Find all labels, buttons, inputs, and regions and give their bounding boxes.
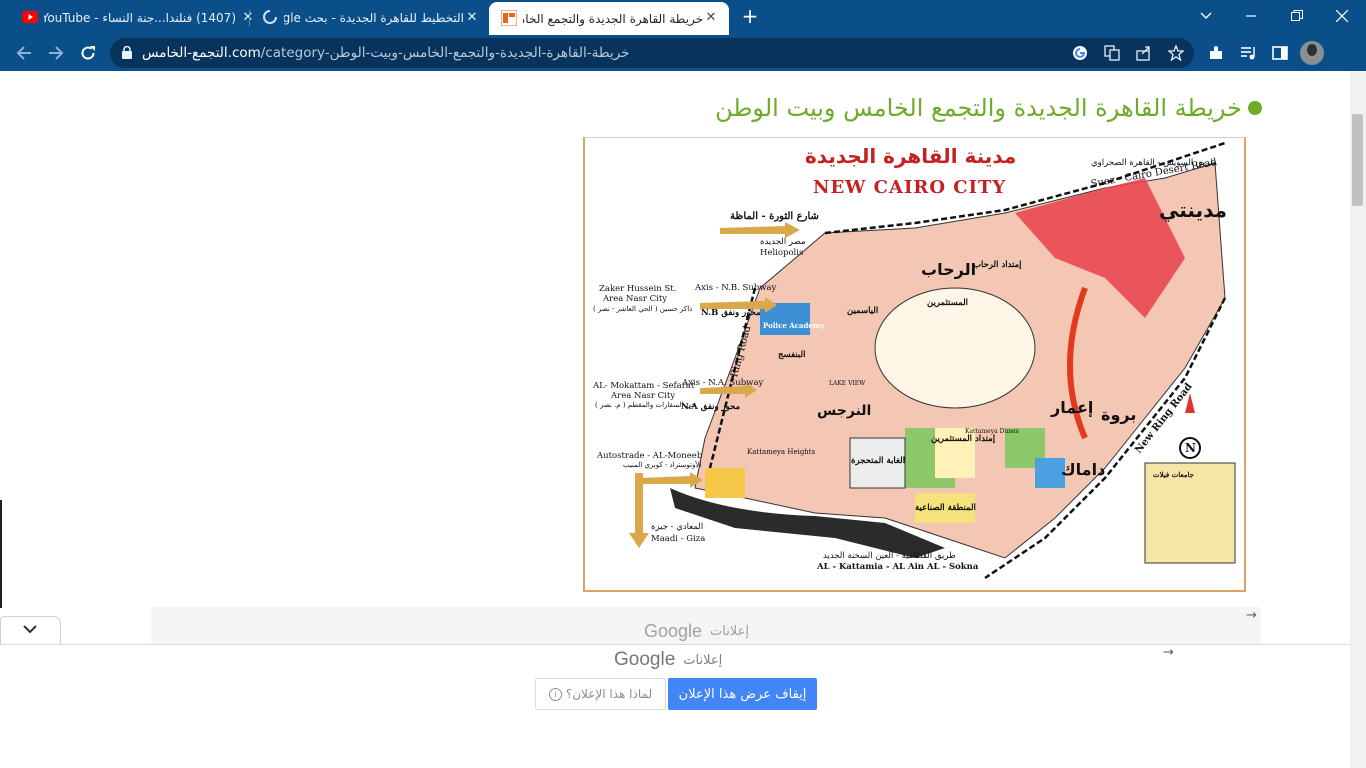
browser-toolbar: التجمع-الخامس.com/category-خريطة-القاهرة…: [0, 35, 1366, 71]
google-wordmark: Google: [644, 620, 703, 641]
map-label-heliopolis-ar: مصر الجديدة: [760, 237, 806, 247]
map-label-katameya-heights: Kattameya Heights: [747, 448, 816, 456]
map-label-nargis: النرجس: [817, 403, 872, 419]
map-label-thawra: شارع الثورة - الماظة: [730, 211, 819, 222]
map-label-rehab: الرحاب: [921, 260, 977, 279]
map-label-mostathmreen-ext: إمتداد المستثمرين: [931, 434, 996, 444]
close-tab-icon[interactable]: ✕: [703, 10, 719, 26]
stop-seeing-ad-button[interactable]: إيقاف عرض هذا الإعلان: [668, 678, 817, 710]
scrollbar-thumb[interactable]: [1352, 114, 1363, 206]
new-cairo-map-image: مدينة القاهرة الجديدة NEW CAIRO CITY طري…: [583, 137, 1246, 592]
map-label-zaker: Zaker Hussein St.: [599, 284, 677, 294]
loading-spinner-icon: [263, 10, 277, 24]
site-favicon-icon: [501, 10, 517, 26]
map-label-maadi-en: Maadi - Giza: [651, 534, 706, 544]
map-label-damac: داماك: [1061, 460, 1106, 479]
url-path: /category-خريطة-القاهرة-الجديدة-والتجمع-…: [260, 45, 630, 61]
ad-arrow-icon[interactable]: →: [1246, 608, 1257, 623]
page-title: خريطة القاهرة الجديدة والتجمع الخامس وبي…: [715, 94, 1242, 122]
tab-strip: (1407) فنلندا...جنة النساء - YouTube ✕ ا…: [0, 0, 1366, 35]
map-label-mokattam-area: Area Nasr City: [611, 391, 676, 401]
profile-avatar-icon[interactable]: [1300, 41, 1324, 65]
map-label-na-ar: محور ونفق N.A: [681, 402, 741, 412]
map-label-lake-view: LAKE VIEW: [829, 380, 866, 387]
anchor-ad-collapse-button[interactable]: [0, 616, 61, 646]
map-label-nasr-city: Area Nasr City: [603, 294, 668, 304]
tab-search-chevron-icon[interactable]: [1192, 4, 1220, 28]
map-label-kattameya-dunes: Kattameya Dunes: [965, 428, 1019, 435]
back-arrow-icon[interactable]: [11, 40, 37, 66]
youtube-icon: [22, 11, 38, 23]
media-control-icon[interactable]: [1236, 41, 1260, 65]
why-this-ad-button[interactable]: لماذا هذا الإعلان؟ i: [535, 678, 666, 710]
ads-label: إعلانات: [710, 623, 749, 639]
tab-active[interactable]: خريطة القاهرة الجديدة والتجمع الخامس ✕: [489, 2, 729, 35]
google-icon[interactable]: [1070, 43, 1090, 63]
map-legend-title: جامعات فيلات: [1153, 470, 1194, 479]
map-label-maadi-ar: المعادي - جيزة: [651, 522, 704, 532]
map-title-english: NEW CAIRO CITY: [813, 177, 1007, 198]
ad-arrow-icon[interactable]: →: [1163, 645, 1174, 660]
url-text[interactable]: التجمع-الخامس.com/category-خريطة-القاهرة…: [142, 38, 630, 68]
map-label-forest: الغابة المتحجرة: [851, 456, 906, 466]
ad-label-bottom: Google إعلانات: [614, 648, 722, 672]
map-label-barwa: بروة: [1101, 405, 1137, 424]
translate-icon[interactable]: [1102, 43, 1122, 63]
info-icon: i: [548, 687, 562, 701]
map-label-nb-ar: محور ونفق N.B: [701, 308, 761, 318]
map-title-arabic: مدينة القاهرة الجديدة: [805, 144, 1017, 168]
map-label-mokattam: AL- Mokattam - Sefarat: [593, 381, 695, 391]
side-panel-icon[interactable]: [1268, 41, 1292, 65]
tab-separator: [249, 10, 250, 26]
tab-title: التخطيط للقاهرة الجديدة - بحث Google: [284, 10, 464, 25]
reload-icon[interactable]: [75, 40, 101, 66]
tab-title: (1407) فنلندا...جنة النساء - YouTube: [44, 10, 236, 25]
extensions-icon[interactable]: [1204, 41, 1228, 65]
map-label-kattamia-ar: طريق القطامية - العين السخنة الجديد: [823, 551, 956, 561]
map-label-mostathmreen: المستثمرين: [927, 298, 969, 308]
bookmark-star-icon[interactable]: [1166, 43, 1186, 63]
lock-icon[interactable]: [122, 46, 132, 59]
minimize-icon[interactable]: [1237, 4, 1265, 28]
map-label-heliopolis-en: Heliopolis: [760, 248, 804, 258]
map-label-autostrade: Autostrade - AL-Moneeb: [597, 451, 703, 461]
close-tab-icon[interactable]: ✕: [464, 10, 480, 26]
tab-title: خريطة القاهرة الجديدة والتجمع الخامس: [523, 11, 703, 26]
tab-youtube[interactable]: (1407) فنلندا...جنة النساء - YouTube ✕: [14, 0, 253, 35]
forward-arrow-icon[interactable]: [43, 40, 69, 66]
new-tab-button[interactable]: +: [739, 6, 761, 28]
ad-label-top: Google إعلانات: [644, 620, 749, 642]
restore-icon[interactable]: [1283, 4, 1311, 28]
map-label-emaar: إعمار: [1051, 398, 1094, 417]
chevron-down-icon: [23, 621, 37, 635]
page-heading: خريطة القاهرة الجديدة والتجمع الخامس وبي…: [715, 90, 1262, 126]
map-label-banafseg: البنفسج: [778, 350, 806, 360]
map-label-na-subway: Axis - N.A. Subway: [682, 378, 764, 388]
map-label-zaker-ar: ذاكر حسين ( الحي العاشر - نصر ): [593, 305, 693, 313]
google-wordmark: Google: [614, 649, 676, 670]
map-label-autostrade-ar: الأوتوستراد - كوبري المنيب: [623, 461, 702, 469]
left-edge-line: [0, 500, 2, 608]
map-label-kattamia-en: AL - Kattamia - AL Ain AL - Sokna: [817, 562, 979, 572]
map-label-industrial: المنطقة الصناعية: [915, 503, 976, 513]
address-bar[interactable]: التجمع-الخامس.com/category-خريطة-القاهرة…: [110, 38, 1194, 68]
share-icon[interactable]: [1134, 43, 1154, 63]
map-label-rehab-ext: إمتداد الرحاب: [973, 260, 1022, 270]
close-window-icon[interactable]: [1328, 4, 1356, 28]
heading-bullet-icon: [1248, 101, 1262, 115]
map-label-nb-subway: Axis - N.B. Subway: [695, 283, 777, 293]
why-this-ad-label: لماذا هذا الإعلان؟: [565, 687, 653, 701]
map-label-police: Police Academy: [763, 321, 825, 330]
ads-label: إعلانات: [683, 652, 723, 668]
map-north-icon: N: [1185, 441, 1196, 455]
tab-google-search[interactable]: التخطيط للقاهرة الجديدة - بحث Google ✕: [252, 0, 488, 35]
url-domain: التجمع-الخامس.com: [142, 45, 261, 61]
map-label-yasmeen: الياسمين: [847, 306, 879, 316]
map-label-madinaty: مدينتي: [1159, 198, 1228, 222]
